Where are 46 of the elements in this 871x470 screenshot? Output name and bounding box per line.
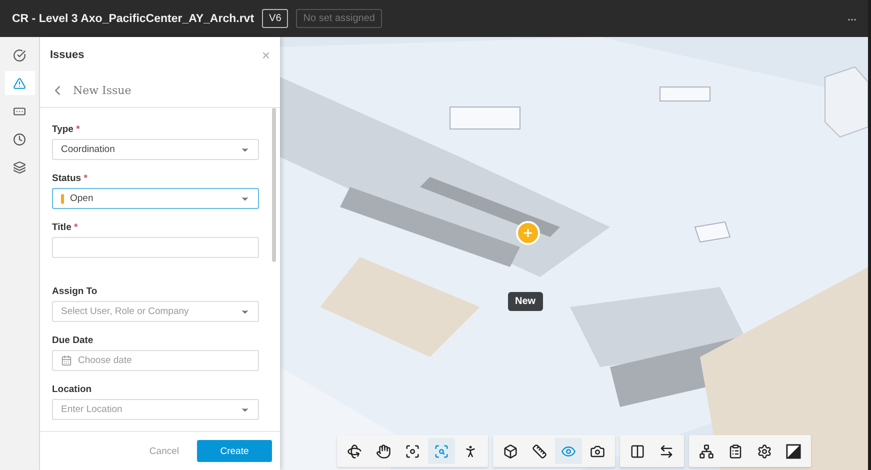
check-circle-icon (13, 48, 26, 62)
scrollbar-thumb[interactable] (272, 108, 276, 262)
hand-icon (376, 444, 391, 458)
arrows-icon (659, 444, 674, 458)
select-field[interactable]: Enter Location (52, 399, 259, 420)
field-label: Title * (52, 222, 79, 233)
focus-icon (405, 444, 420, 458)
file-title: CR - Level 3 Axo_PacificCenter_AY_Arch.rvt (12, 12, 254, 24)
zoom-icon (434, 444, 449, 458)
tooltip: New (508, 292, 543, 311)
person-icon (463, 444, 478, 458)
create-button[interactable]: Create (197, 440, 272, 462)
form-title: New Issue (73, 84, 132, 96)
field-label: Assign To (52, 286, 98, 297)
version-tag[interactable]: V6 (262, 9, 288, 28)
field-label: Type * (52, 124, 81, 135)
cancel-button[interactable]: Cancel (143, 444, 185, 458)
select-field[interactable]: Select User, Role or Company (52, 301, 259, 322)
more-button[interactable]: ··· (847, 12, 856, 26)
camera-icon (590, 444, 605, 458)
date-field[interactable]: Choose date (52, 350, 259, 371)
select-field[interactable]: Open (52, 188, 259, 209)
orbit-icon (347, 444, 362, 458)
warning-icon (13, 76, 26, 90)
clock-icon (13, 132, 26, 146)
field-label: Due Date (52, 335, 94, 346)
select-field[interactable]: Coordination (52, 139, 259, 160)
hierarchy-icon (699, 444, 714, 458)
set-tag[interactable]: No set assigned (296, 9, 382, 28)
field-label: Status * (52, 173, 88, 184)
calendar-icon (61, 355, 72, 366)
close-button[interactable]: × (262, 47, 270, 63)
form-card-icon (13, 104, 26, 118)
plus-icon (522, 227, 534, 239)
input-field[interactable] (52, 237, 259, 258)
issues-tab[interactable] (4, 71, 34, 95)
split-icon (630, 444, 645, 458)
eye-icon (561, 444, 576, 458)
cube-icon (503, 444, 518, 458)
ruler-icon (532, 444, 547, 458)
clipboard-icon (728, 444, 743, 458)
half-square-icon (786, 444, 801, 458)
field-label: Location (52, 384, 93, 395)
layers-icon (13, 160, 26, 174)
settings-icon (757, 444, 772, 458)
panel-title: Issues (50, 49, 84, 61)
